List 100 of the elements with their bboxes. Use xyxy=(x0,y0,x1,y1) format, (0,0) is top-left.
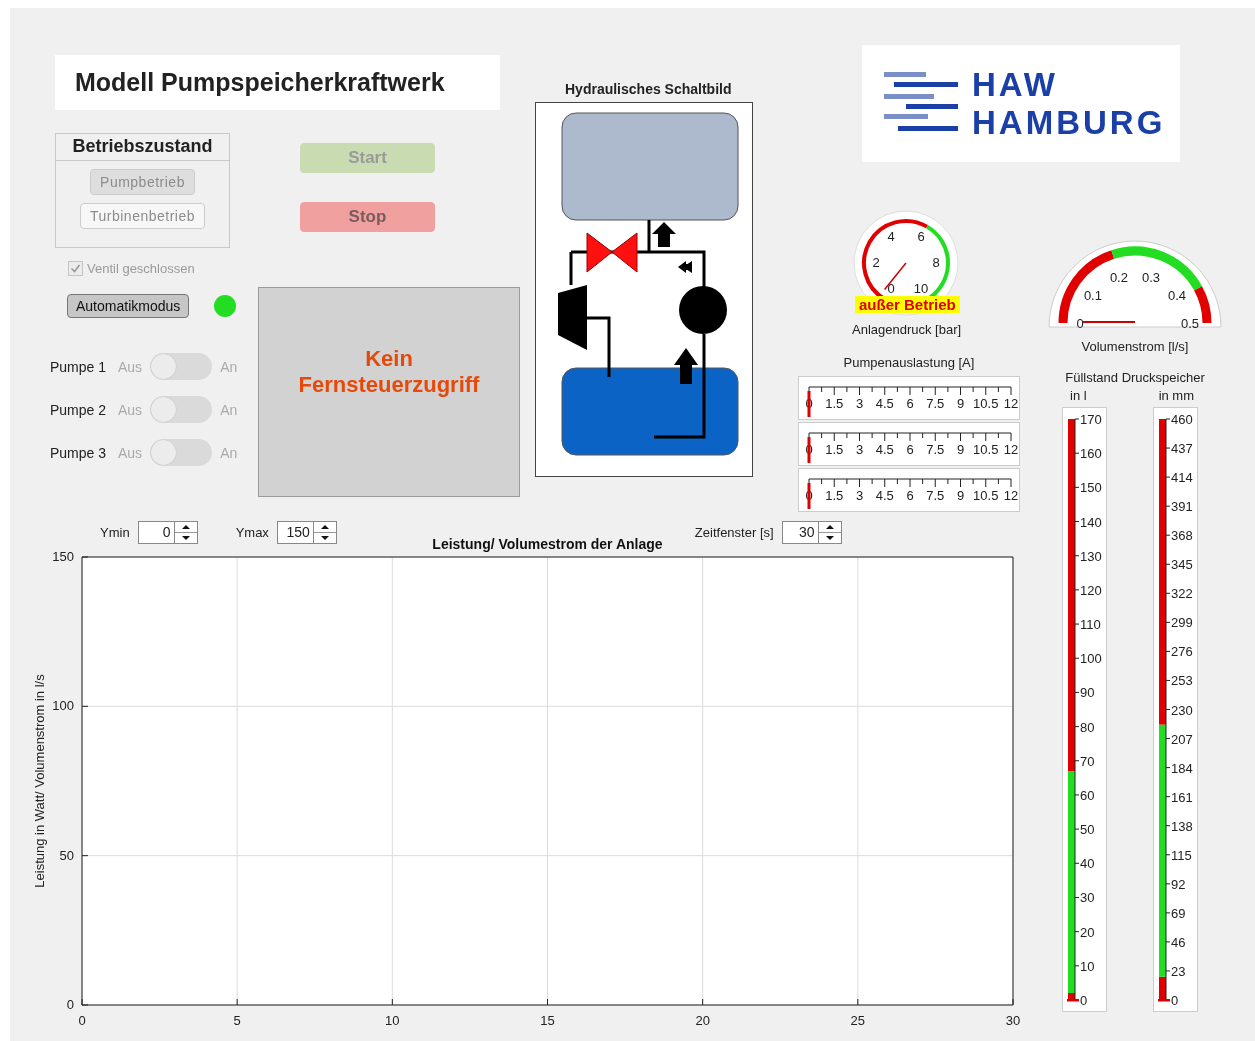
scale-label: 230 xyxy=(1171,702,1193,718)
scale-label: 160 xyxy=(1080,446,1102,462)
chart-title: Leistung/ Volumestrom der Anlage xyxy=(432,536,663,552)
number-field[interactable]: 0 xyxy=(137,521,175,544)
gauge-tick-label: 0.4 xyxy=(1168,288,1187,304)
gauge-tick-label: 0 xyxy=(887,281,895,296)
number-field[interactable]: 30 xyxy=(781,521,819,544)
scale-label: 100 xyxy=(1080,651,1102,667)
scale-label: 7.5 xyxy=(926,442,945,457)
scale-label: 115 xyxy=(1171,847,1192,863)
scale-label: 6 xyxy=(906,488,914,503)
scale-label: 120 xyxy=(1080,582,1102,598)
scale-label: 437 xyxy=(1171,441,1193,457)
scale-label: 150 xyxy=(1080,480,1102,496)
scale-label: 50 xyxy=(1080,822,1095,838)
pump-label: Pumpe 1 xyxy=(50,358,108,375)
scale-label: 70 xyxy=(1080,753,1095,769)
scale-label: 30 xyxy=(1080,890,1095,906)
scale-label: 207 xyxy=(1171,731,1193,747)
gauge-tick-label: 8 xyxy=(932,255,940,270)
axis-tick-label: 30 xyxy=(1005,1013,1021,1028)
scale-label: 4.5 xyxy=(875,396,894,411)
axis-tick-label: 0 xyxy=(66,997,74,1012)
scale-label: 46 xyxy=(1171,934,1186,950)
scale-label: 138 xyxy=(1171,818,1193,834)
unit-label: in l xyxy=(1070,388,1087,403)
gauge-label: Anlagendruck [bar] xyxy=(852,322,962,337)
spinner-label: Zeitfenster [s] xyxy=(694,525,774,540)
switch-off-label: Aus xyxy=(118,444,143,461)
scale-label: 10 xyxy=(1080,958,1095,974)
scale-label: 20 xyxy=(1080,924,1095,940)
number-field[interactable]: 150 xyxy=(276,521,314,544)
app-title: Modell Pumpspeicherkraftwerk xyxy=(55,55,500,110)
axis-tick-label: 50 xyxy=(59,847,74,863)
scale-label: 276 xyxy=(1171,644,1193,660)
scale-label: 40 xyxy=(1080,856,1095,872)
switch-on-label: An xyxy=(220,444,238,461)
scale-label: 60 xyxy=(1080,787,1095,803)
scale-label: 6 xyxy=(906,396,914,411)
scale-label: 1.5 xyxy=(825,442,844,457)
scale-label: 460 xyxy=(1171,412,1193,427)
scale-label: 3 xyxy=(855,442,864,457)
gauge-label: Volumenstrom [l/s] xyxy=(1080,339,1190,354)
toggle-switch[interactable] xyxy=(150,396,213,423)
scale-label: 391 xyxy=(1171,499,1193,515)
gauge-tick-label: 0.1 xyxy=(1083,288,1102,304)
scale-label: 12 xyxy=(1003,442,1019,457)
axis-tick-label: 150 xyxy=(52,549,74,564)
scale-label: 184 xyxy=(1171,760,1193,776)
scale-label: 69 xyxy=(1171,905,1186,921)
switch-on-label: An xyxy=(220,358,238,375)
scale-label: 0 xyxy=(1080,993,1088,1008)
scale-label: 10.5 xyxy=(973,488,999,503)
axis-tick-label: 5 xyxy=(233,1013,241,1028)
scale-label: 253 xyxy=(1171,673,1193,689)
spinner-label: Ymax xyxy=(235,525,269,540)
meter-title: Füllstand Druckspeicher xyxy=(1064,370,1206,385)
scale-label: 3 xyxy=(855,488,864,503)
meter-title: Pumpenauslastung [A] xyxy=(842,355,976,370)
axis-title: Leistung in Watt/ Volumenstrom in l/s xyxy=(32,674,47,888)
gauge-tick-label: 10 xyxy=(913,281,929,296)
pump-label: Pumpe 3 xyxy=(50,444,108,461)
scale-label: 23 xyxy=(1171,963,1186,979)
scale-label: 170 xyxy=(1080,412,1102,427)
scale-label: 130 xyxy=(1080,548,1102,564)
scale-label: 9 xyxy=(956,396,965,411)
scale-label: 4.5 xyxy=(875,488,894,503)
gauge-needle xyxy=(1082,321,1136,323)
scale-label: 140 xyxy=(1080,514,1102,530)
gauge-tick-label: 6 xyxy=(917,229,925,244)
logo-text: HAW xyxy=(972,65,1059,104)
scale-label: 414 xyxy=(1171,470,1193,486)
scale-label: 12 xyxy=(1003,396,1019,411)
axis-tick-label: 10 xyxy=(385,1013,400,1028)
toggle-switch[interactable] xyxy=(150,439,213,466)
scale-label: 7.5 xyxy=(926,488,945,503)
axis-tick-label: 0 xyxy=(78,1013,86,1028)
logo-text: HAMBURG xyxy=(972,103,1166,142)
status-tag: außer Betrieb xyxy=(855,296,960,313)
scale-label: 9 xyxy=(956,442,965,457)
auto-mode-button[interactable]: Automatikmodus xyxy=(67,294,190,318)
scale-label: 92 xyxy=(1171,876,1186,892)
scale-label: 110 xyxy=(1080,617,1101,633)
unit-label: in mm xyxy=(1158,388,1194,403)
scale-label: 7.5 xyxy=(926,396,945,411)
axis-tick-label: 20 xyxy=(695,1013,710,1028)
gauge-tick-label: 2 xyxy=(872,255,880,270)
gauge-needle xyxy=(883,262,907,291)
scale-label: 80 xyxy=(1080,719,1095,735)
axis-tick-label: 25 xyxy=(850,1013,866,1028)
scale-label: 12 xyxy=(1003,488,1019,503)
switch-on-label: An xyxy=(220,401,238,418)
scale-label: 10.5 xyxy=(973,442,999,457)
toggle-switch[interactable] xyxy=(150,353,213,380)
scale-label: 90 xyxy=(1080,685,1095,701)
scale-label: 6 xyxy=(906,442,914,457)
remote-status-text: Kein Fernsteuerzugriff xyxy=(297,346,481,398)
scale-label: 9 xyxy=(956,488,965,503)
scale-label: 368 xyxy=(1171,528,1193,544)
spinner-label: Ymin xyxy=(100,525,130,540)
